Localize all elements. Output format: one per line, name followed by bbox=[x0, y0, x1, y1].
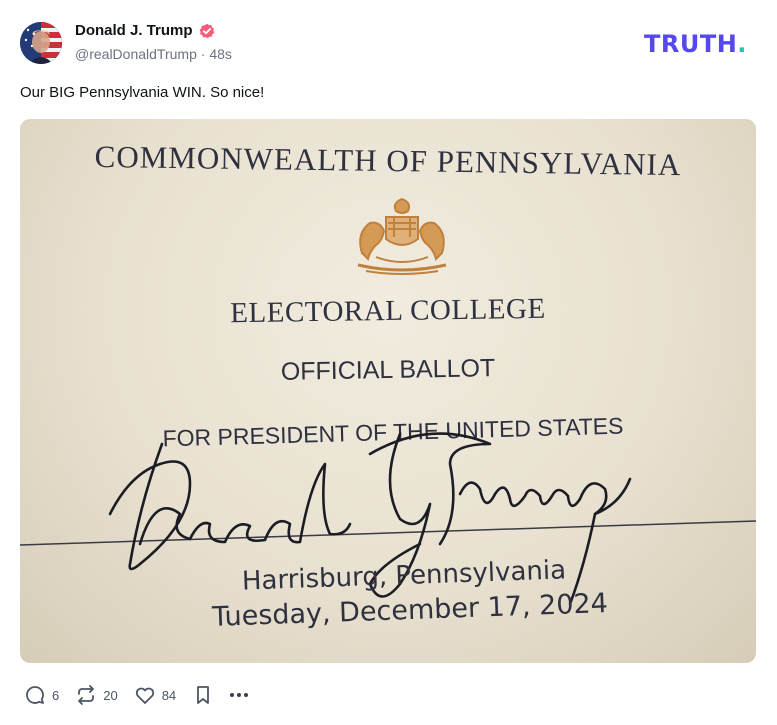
meta-separator: · bbox=[200, 46, 206, 62]
ballot-commonwealth-text: COMMONWEALTH OF PENNSYLVANIA bbox=[94, 138, 682, 183]
ballot-electoral-college-text: ELECTORAL COLLEGE bbox=[230, 292, 546, 330]
post-card: Donald J. Trump @realDonaldTrump · 48s T… bbox=[0, 0, 777, 725]
bookmark-icon bbox=[197, 686, 210, 704]
retruth-button[interactable]: 20 bbox=[75, 684, 118, 706]
heart-icon bbox=[135, 687, 154, 704]
retruth-icon bbox=[78, 685, 95, 705]
post-text: Our BIG Pennsylvania WIN. So nice! bbox=[20, 84, 265, 101]
retruth-count: 20 bbox=[103, 687, 118, 703]
post-image[interactable]: COMMONWEALTH OF PENNSYLVANIA ELECTORAL C… bbox=[20, 119, 756, 663]
author-display-name[interactable]: Donald J. Trump bbox=[75, 22, 193, 39]
reply-icon bbox=[26, 686, 44, 704]
brand-name: TRUTH bbox=[644, 30, 738, 58]
author-handle[interactable]: @realDonaldTrump bbox=[75, 46, 197, 62]
reply-button[interactable]: 6 bbox=[24, 684, 59, 706]
post-timestamp[interactable]: 48s bbox=[209, 46, 232, 62]
bookmark-button[interactable] bbox=[192, 684, 214, 706]
truth-logo[interactable]: TRUTH. bbox=[644, 30, 747, 58]
author-name-row: Donald J. Trump bbox=[75, 22, 215, 39]
verified-badge-icon bbox=[199, 23, 214, 38]
like-count: 84 bbox=[161, 687, 177, 703]
pennsylvania-seal-icon bbox=[357, 197, 447, 275]
avatar-image bbox=[20, 22, 62, 64]
avatar[interactable] bbox=[20, 22, 62, 64]
more-options-icon[interactable] bbox=[230, 685, 249, 705]
like-button[interactable]: 84 bbox=[134, 684, 176, 706]
post-actions: 6 20 84 bbox=[24, 683, 264, 707]
ballot-official-text: OFFICIAL BALLOT bbox=[280, 354, 496, 386]
reply-count: 6 bbox=[52, 687, 60, 703]
author-meta: @realDonaldTrump · 48s bbox=[75, 46, 232, 62]
brand-dot: . bbox=[737, 30, 747, 58]
